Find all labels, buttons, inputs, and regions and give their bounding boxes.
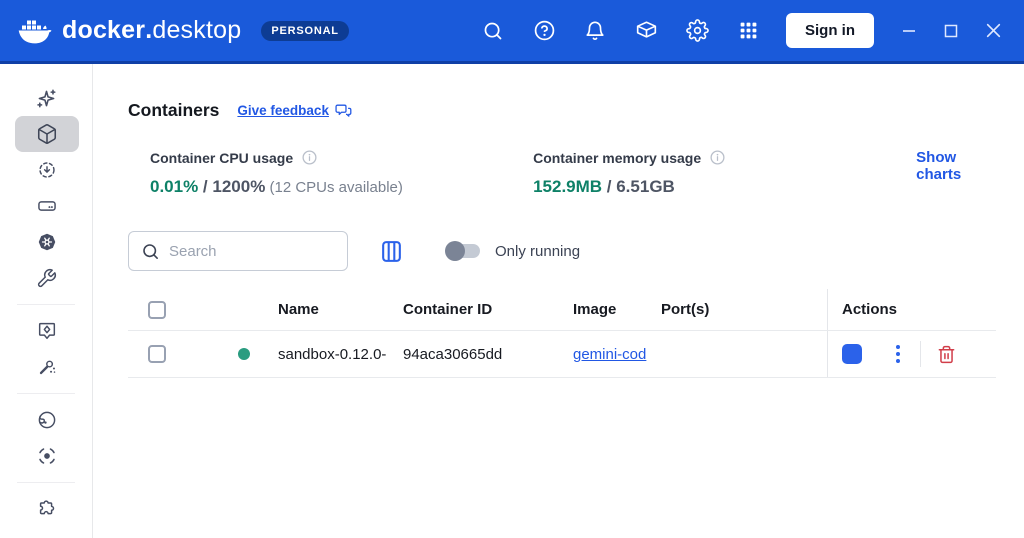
actions-column-header: Actions (827, 289, 996, 330)
containers-toolbar: Only running (128, 231, 996, 271)
search-box[interactable] (128, 231, 348, 271)
stop-button[interactable] (842, 344, 862, 364)
info-icon[interactable] (709, 149, 726, 166)
row-actions (827, 331, 996, 377)
dashed-circle-pull-icon (15, 152, 79, 188)
delete-trash-icon[interactable] (937, 345, 956, 364)
sidebar-item-debug[interactable] (0, 349, 93, 385)
sidebar-item-builds[interactable] (0, 224, 93, 260)
name-column-header[interactable]: Name (278, 301, 403, 318)
app-title: docker.desktop (62, 16, 241, 45)
toggle-knob (445, 241, 465, 261)
cpu-usage-total: / 1200% (198, 177, 265, 196)
search-icon (141, 242, 160, 261)
badge-diamond-icon (15, 313, 79, 349)
apps-grid-icon[interactable] (736, 19, 760, 43)
notifications-bell-icon[interactable] (583, 19, 607, 43)
hard-drive-icon (15, 188, 79, 224)
column-settings-icon[interactable] (378, 238, 404, 264)
only-running-label: Only running (495, 243, 580, 260)
table-header-row: Name Container ID Image Port(s) Actions (128, 289, 996, 331)
focus-dot-icon (15, 438, 79, 474)
top-bar: docker.desktop PERSONAL (0, 0, 1024, 64)
sidebar-divider (17, 393, 75, 394)
app-title-desktop: desktop (152, 16, 241, 45)
docker-whale-icon (16, 17, 52, 45)
memory-usage-label: Container memory usage (533, 150, 701, 166)
docker-desktop-window: docker.desktop PERSONAL (0, 0, 1024, 538)
settings-gear-icon[interactable] (685, 19, 709, 43)
memory-usage-total: / 6.51GB (602, 177, 675, 196)
sidebar-item-scout[interactable] (0, 313, 93, 349)
cpu-available-note: (12 CPUs available) (265, 179, 403, 196)
image-column-header[interactable]: Image (573, 301, 661, 318)
sidebar-item-ask-gordon[interactable] (0, 80, 93, 116)
memory-usage-stat: Container memory usage 152.9MB / 6.51GB (533, 149, 916, 197)
containers-table: Name Container ID Image Port(s) Actions … (128, 289, 996, 378)
only-running-toggle[interactable] (448, 244, 480, 258)
row-checkbox[interactable] (148, 345, 166, 363)
cpu-usage-stat: Container CPU usage 0.01% / 1200% (12 CP… (150, 149, 533, 197)
sidebar-item-extensions[interactable] (0, 491, 93, 527)
page-title: Containers (128, 100, 219, 121)
sidebar-item-images[interactable] (0, 152, 93, 188)
sidebar-item-models[interactable] (0, 438, 93, 474)
minimize-icon[interactable] (888, 11, 930, 51)
containers-page: Containers Give feedback Container CPU u… (93, 64, 1024, 538)
help-icon[interactable] (532, 19, 556, 43)
search-icon[interactable] (481, 19, 505, 43)
brand: docker.desktop PERSONAL (16, 16, 349, 45)
image-link[interactable]: gemini-cod (573, 346, 646, 363)
running-status-dot (238, 348, 250, 360)
info-icon[interactable] (301, 149, 318, 166)
sidebar-divider (17, 304, 75, 305)
rocket-sparks-icon (15, 349, 79, 385)
feedback-chat-icon (335, 102, 352, 119)
sidebar-item-dev-tools[interactable] (0, 260, 93, 296)
topbar-icons (481, 19, 760, 43)
more-actions-icon[interactable] (896, 345, 900, 363)
sign-in-button[interactable]: Sign in (786, 13, 874, 48)
sidebar-divider (17, 482, 75, 483)
sidebar-item-volumes[interactable] (0, 188, 93, 224)
octagon-gear-icon (15, 224, 79, 260)
app-title-dot: . (145, 16, 152, 45)
container-id-cell: 94aca30665dd (403, 346, 573, 363)
cpu-usage-value: 0.01% (150, 177, 198, 196)
maximize-icon[interactable] (930, 11, 972, 51)
container-id-column-header[interactable]: Container ID (403, 301, 573, 318)
container-name-cell: sandbox-0.12.0- (278, 346, 403, 363)
puzzle-piece-icon (15, 491, 79, 527)
ports-column-header[interactable]: Port(s) (661, 301, 827, 318)
learning-center-icon[interactable] (634, 19, 658, 43)
wrench-icon (15, 260, 79, 296)
topbar-right: Sign in (481, 11, 1014, 51)
select-all-checkbox[interactable] (148, 301, 166, 319)
memory-usage-value: 152.9MB (533, 177, 602, 196)
cpu-usage-label: Container CPU usage (150, 150, 293, 166)
window-controls (888, 11, 1014, 51)
sidebar-item-containers[interactable] (0, 116, 93, 152)
container-cube-icon (15, 116, 79, 152)
give-feedback-link[interactable]: Give feedback (237, 102, 352, 119)
search-input[interactable] (169, 243, 319, 260)
actions-divider (920, 341, 921, 367)
sidebar (0, 64, 93, 538)
give-feedback-label: Give feedback (237, 103, 329, 118)
sidebar-item-networks[interactable] (0, 402, 93, 438)
sparkles-icon (15, 80, 79, 116)
show-charts-link[interactable]: Show charts (916, 149, 996, 183)
globe-icon (15, 402, 79, 438)
resource-usage-summary: Container CPU usage 0.01% / 1200% (12 CP… (150, 149, 996, 197)
close-icon[interactable] (972, 11, 1014, 51)
app-title-docker: docker (62, 16, 145, 45)
table-row[interactable]: sandbox-0.12.0- 94aca30665dd gemini-cod (128, 331, 996, 378)
personal-plan-badge: PERSONAL (261, 21, 349, 41)
